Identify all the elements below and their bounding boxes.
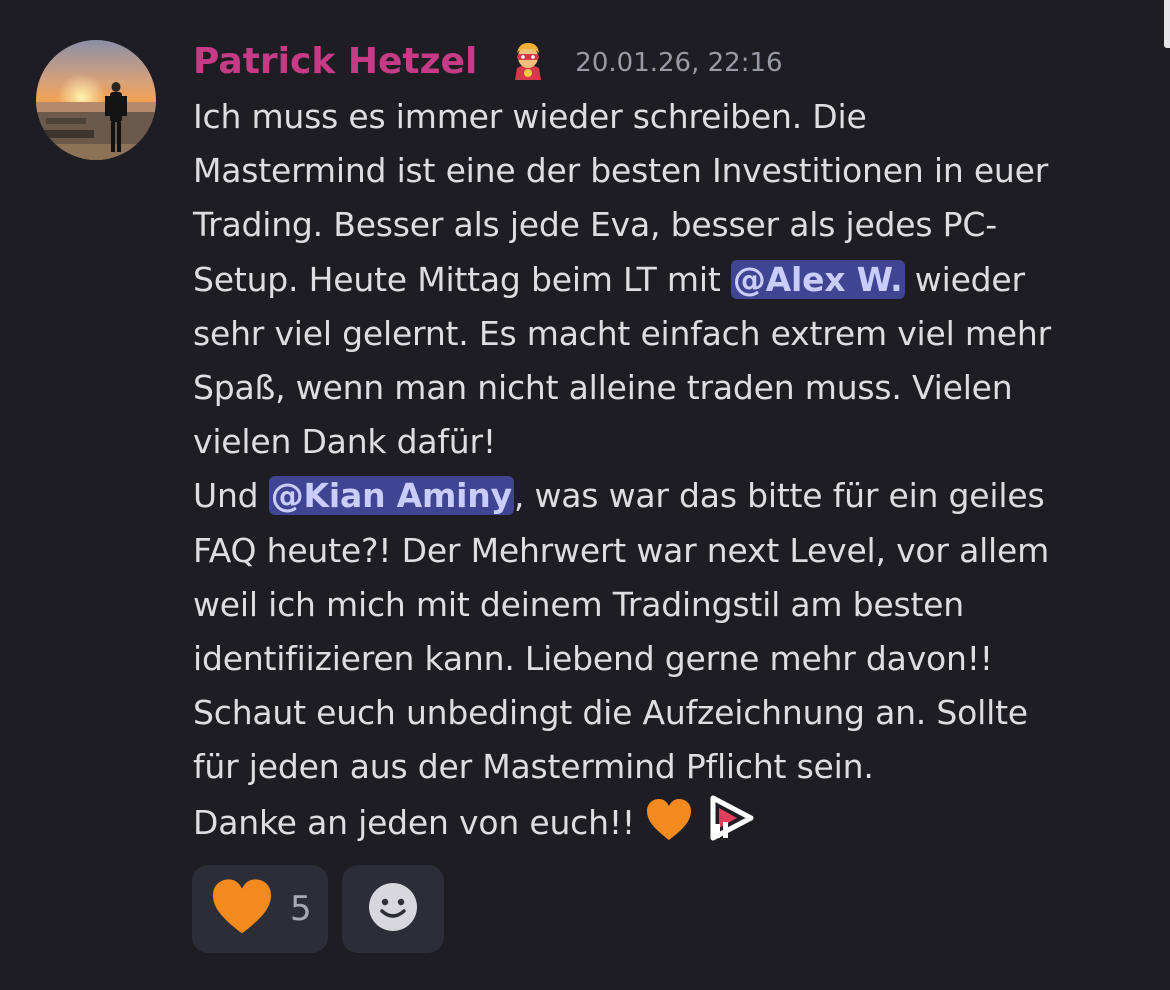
- message-text: Und: [193, 476, 269, 516]
- message-line: FAQ heute?! Der Mehrwert war next Level,…: [193, 530, 1050, 570]
- message-body: Ich muss es immer wieder schreiben. Die …: [193, 90, 1153, 849]
- message-text: wieder: [904, 259, 1025, 299]
- orange-heart-icon[interactable]: [645, 798, 693, 858]
- username[interactable]: Patrick Hetzel: [193, 41, 477, 82]
- message-text: Danke an jeden von euch!!: [193, 803, 646, 843]
- message-line: Spaß, wenn man nicht alleine traden muss…: [193, 367, 1013, 407]
- message-line: für jeden aus der Mastermind Pflicht sei…: [193, 747, 874, 787]
- orange-heart-icon: [210, 878, 274, 940]
- message-line: sehr viel gelernt. Es macht einfach extr…: [193, 313, 1051, 353]
- avatar[interactable]: [36, 40, 156, 160]
- message-text: Setup. Heute Mittag beim LT mit: [193, 259, 731, 299]
- superhero-emoji-icon[interactable]: [507, 40, 549, 82]
- message-line: Schaut euch unbedingt die Aufzeichnung a…: [193, 693, 1028, 733]
- reaction-count: 5: [290, 889, 312, 929]
- message-line: Ich muss es immer wieder schreiben. Die: [193, 97, 867, 136]
- message-line: Mastermind ist eine der besten Investiti…: [193, 151, 1049, 191]
- timestamp: 20.01.26, 22:16: [575, 48, 783, 78]
- message-header: Patrick Hetzel 20.01.26, 22:16: [193, 38, 783, 84]
- message-line: Setup. Heute Mittag beim LT mit @Alex W.…: [193, 253, 1153, 307]
- scrollbar[interactable]: [1164, 0, 1170, 48]
- message-line: Und @Kian Aminy, was war das bitte für e…: [193, 469, 1153, 523]
- message-line: identifiizieren kann. Liebend gerne mehr…: [193, 638, 993, 678]
- add-reaction-button[interactable]: [342, 865, 444, 953]
- mention-kian-aminy[interactable]: @Kian Aminy: [268, 476, 514, 516]
- custom-logo-icon[interactable]: [709, 794, 755, 858]
- message-line: Trading. Besser als jede Eva, besser als…: [193, 205, 997, 245]
- message-line: weil ich mich mit deinem Tradingstil am …: [193, 584, 965, 624]
- reaction-orange-heart[interactable]: 5: [192, 865, 328, 953]
- chat-view: Patrick Hetzel 20.01.26, 22:16 Ich muss …: [0, 0, 1170, 990]
- message-line: Danke an jeden von euch!!: [193, 794, 1153, 848]
- message-line: vielen Dank dafür!: [193, 422, 496, 462]
- add-reaction-smiley-icon: [367, 881, 419, 937]
- reactions-bar: 5: [192, 865, 444, 953]
- mention-alex-w[interactable]: @Alex W.: [730, 259, 905, 299]
- message-text: , was war das bitte für ein geiles: [513, 476, 1045, 516]
